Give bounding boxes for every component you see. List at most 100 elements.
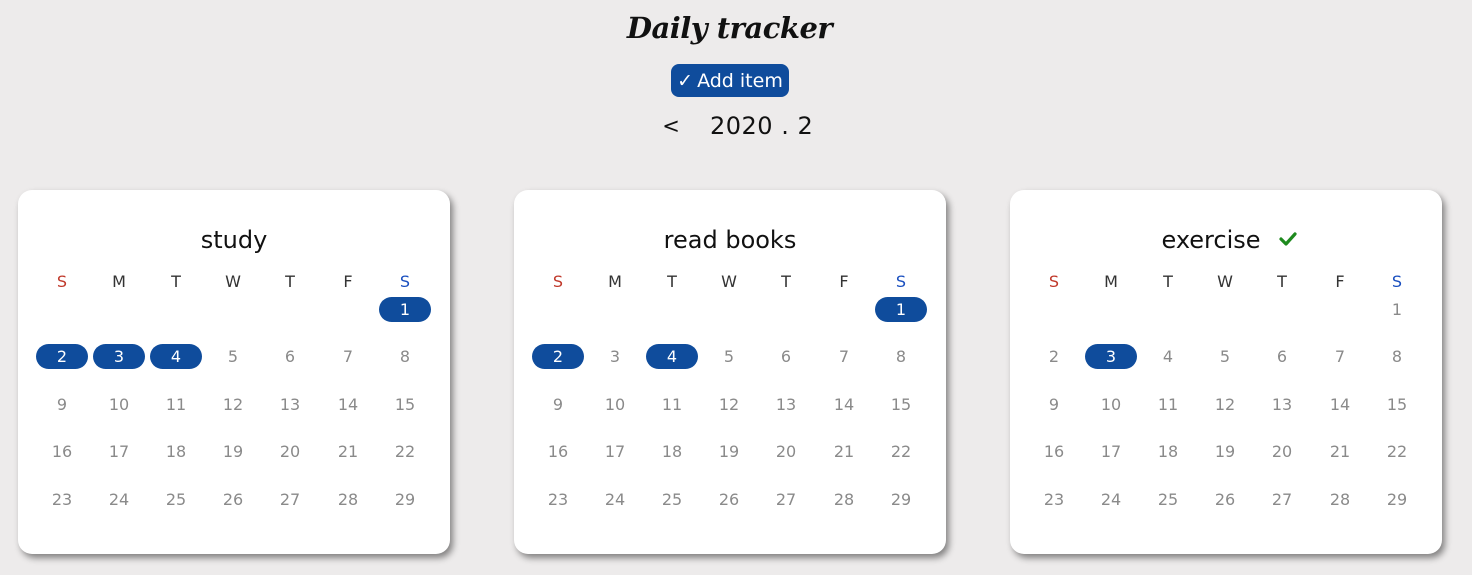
day-cell[interactable]: 9 [1028, 392, 1080, 417]
day-cell-marked[interactable]: 2 [532, 344, 584, 369]
day-cell[interactable]: 7 [322, 344, 374, 369]
day-cell[interactable]: 13 [760, 392, 812, 417]
day-cell-marked[interactable]: 3 [93, 344, 145, 369]
day-cell-marked[interactable]: 2 [36, 344, 88, 369]
day-cell[interactable]: 28 [1314, 487, 1366, 512]
day-cell[interactable]: 12 [703, 392, 755, 417]
day-cell[interactable]: 19 [1199, 439, 1251, 464]
weekday-label: T [1163, 272, 1173, 291]
day-cell[interactable]: 28 [818, 487, 870, 512]
day-cell[interactable]: 14 [322, 392, 374, 417]
tracker-title[interactable]: read books [580, 226, 880, 254]
day-cell[interactable]: 11 [1142, 392, 1194, 417]
day-cell[interactable]: 20 [760, 439, 812, 464]
day-cell[interactable]: 23 [532, 487, 584, 512]
day-cell[interactable]: 24 [93, 487, 145, 512]
day-cell[interactable]: 21 [322, 439, 374, 464]
day-cell[interactable]: 4 [1142, 344, 1194, 369]
day-cell[interactable]: 9 [532, 392, 584, 417]
weekday-label: F [1335, 272, 1345, 291]
day-cell[interactable]: 21 [1314, 439, 1366, 464]
day-cell[interactable]: 21 [818, 439, 870, 464]
day-cell[interactable]: 16 [1028, 439, 1080, 464]
tracker-title[interactable]: study [84, 226, 384, 254]
day-cell[interactable]: 10 [589, 392, 641, 417]
weekday-label: T [285, 272, 295, 291]
day-cell[interactable]: 29 [875, 487, 927, 512]
day-cell[interactable]: 10 [93, 392, 145, 417]
day-cell[interactable]: 15 [1371, 392, 1423, 417]
day-cell[interactable]: 28 [322, 487, 374, 512]
day-cell[interactable]: 12 [1199, 392, 1251, 417]
day-cell[interactable]: 7 [818, 344, 870, 369]
day-cell[interactable]: 15 [875, 392, 927, 417]
weekday-label: W [721, 272, 737, 291]
prev-month-button[interactable]: < [662, 114, 680, 138]
day-cell[interactable]: 27 [264, 487, 316, 512]
day-cell[interactable]: 2 [1028, 344, 1080, 369]
day-cell[interactable]: 20 [1256, 439, 1308, 464]
tracker-title[interactable]: exercise [1061, 226, 1361, 254]
day-cell[interactable]: 8 [379, 344, 431, 369]
day-cell-marked[interactable]: 1 [875, 297, 927, 322]
weekday-label: T [171, 272, 181, 291]
day-cell-marked[interactable]: 4 [150, 344, 202, 369]
day-cell[interactable]: 5 [1199, 344, 1251, 369]
day-cell[interactable]: 23 [36, 487, 88, 512]
day-cell[interactable]: 5 [703, 344, 755, 369]
weekday-label: W [1217, 272, 1233, 291]
day-cell-marked[interactable]: 4 [646, 344, 698, 369]
day-cell[interactable]: 25 [1142, 487, 1194, 512]
day-cell[interactable]: 26 [207, 487, 259, 512]
day-cell[interactable]: 22 [379, 439, 431, 464]
day-cell[interactable]: 9 [36, 392, 88, 417]
day-cell[interactable]: 5 [207, 344, 259, 369]
day-cell[interactable]: 16 [36, 439, 88, 464]
day-cell[interactable]: 17 [1085, 439, 1137, 464]
day-cell[interactable]: 22 [1371, 439, 1423, 464]
add-item-button[interactable]: ✓ Add item [671, 64, 789, 97]
day-cell[interactable]: 16 [532, 439, 584, 464]
day-cell[interactable]: 17 [589, 439, 641, 464]
day-cell[interactable]: 25 [150, 487, 202, 512]
day-cell[interactable]: 20 [264, 439, 316, 464]
day-cell[interactable]: 13 [1256, 392, 1308, 417]
day-cell[interactable]: 24 [1085, 487, 1137, 512]
day-cell[interactable]: 24 [589, 487, 641, 512]
day-cell[interactable]: 19 [207, 439, 259, 464]
weekday-label: S [1048, 272, 1060, 291]
day-cell[interactable]: 18 [150, 439, 202, 464]
day-cell-marked[interactable]: 3 [1085, 344, 1137, 369]
day-cell[interactable]: 27 [760, 487, 812, 512]
day-cell[interactable]: 10 [1085, 392, 1137, 417]
day-cell[interactable]: 19 [703, 439, 755, 464]
day-cell[interactable]: 15 [379, 392, 431, 417]
day-cell[interactable]: 8 [1371, 344, 1423, 369]
day-cell[interactable]: 6 [760, 344, 812, 369]
day-cell[interactable]: 8 [875, 344, 927, 369]
day-cell[interactable]: 6 [264, 344, 316, 369]
day-cell[interactable]: 22 [875, 439, 927, 464]
day-cell[interactable]: 17 [93, 439, 145, 464]
day-cell[interactable]: 26 [1199, 487, 1251, 512]
day-cell[interactable]: 6 [1256, 344, 1308, 369]
day-cell-marked[interactable]: 1 [379, 297, 431, 322]
day-cell[interactable]: 27 [1256, 487, 1308, 512]
day-cell[interactable]: 12 [207, 392, 259, 417]
day-cell[interactable]: 14 [818, 392, 870, 417]
day-cell[interactable]: 23 [1028, 487, 1080, 512]
day-cell[interactable]: 13 [264, 392, 316, 417]
weekday-label: S [552, 272, 564, 291]
day-cell[interactable]: 26 [703, 487, 755, 512]
day-cell[interactable]: 14 [1314, 392, 1366, 417]
day-cell[interactable]: 29 [379, 487, 431, 512]
day-cell[interactable]: 1 [1371, 297, 1423, 322]
day-cell[interactable]: 18 [1142, 439, 1194, 464]
day-cell[interactable]: 11 [646, 392, 698, 417]
day-cell[interactable]: 3 [589, 344, 641, 369]
day-cell[interactable]: 18 [646, 439, 698, 464]
day-cell[interactable]: 7 [1314, 344, 1366, 369]
day-cell[interactable]: 29 [1371, 487, 1423, 512]
day-cell[interactable]: 11 [150, 392, 202, 417]
day-cell[interactable]: 25 [646, 487, 698, 512]
